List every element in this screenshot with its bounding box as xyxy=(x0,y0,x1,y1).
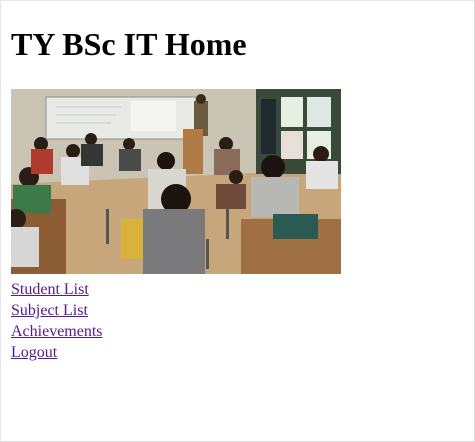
subject-list-link[interactable]: Subject List xyxy=(11,300,88,321)
nav-links: Student List Subject List Achievements L… xyxy=(11,279,341,363)
classroom-photo xyxy=(11,89,341,274)
page-title: TY BSc IT Home xyxy=(11,26,247,62)
page-content: TY BSc IT Home Student List Subject List… xyxy=(11,0,341,363)
achievements-link[interactable]: Achievements xyxy=(11,321,103,342)
logout-link[interactable]: Logout xyxy=(11,342,57,363)
student-list-link[interactable]: Student List xyxy=(11,279,89,300)
